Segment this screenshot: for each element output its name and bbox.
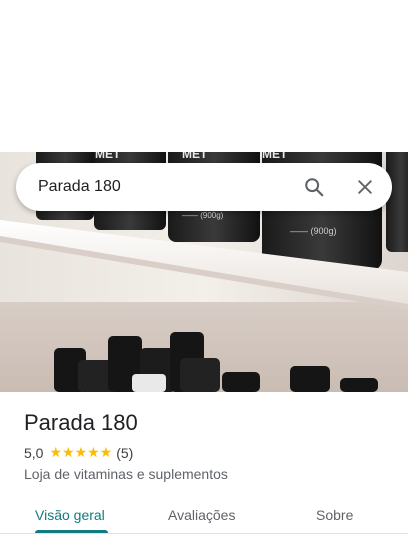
place-title: Parada 180 xyxy=(24,410,138,435)
tab-overview[interactable]: Visão geral xyxy=(35,507,105,523)
svg-text:—— (900g): —— (900g) xyxy=(182,211,224,220)
clear-search-button[interactable] xyxy=(351,173,379,201)
place-tabs: Visão geral Avaliações Sobre xyxy=(0,494,408,544)
tab-reviews[interactable]: Avaliações xyxy=(168,507,235,523)
review-count[interactable]: (5) xyxy=(116,445,133,461)
search-bar[interactable] xyxy=(16,163,392,211)
search-button[interactable] xyxy=(300,173,328,201)
star-rating-icon: ★★★★★ xyxy=(49,445,113,461)
svg-text:—— (900g): —— (900g) xyxy=(290,226,337,236)
tabs-divider xyxy=(0,533,408,534)
svg-text:MET: MET xyxy=(182,152,208,161)
place-category[interactable]: Loja de vitaminas e suplementos xyxy=(24,466,228,482)
close-icon xyxy=(358,180,372,194)
search-input[interactable] xyxy=(38,175,288,199)
tab-about[interactable]: Sobre xyxy=(316,507,353,523)
svg-text:MET: MET xyxy=(262,152,288,161)
map-blank-area xyxy=(0,0,408,152)
search-icon xyxy=(305,178,324,197)
rating-value: 5,0 xyxy=(24,445,44,461)
svg-text:MET: MET xyxy=(95,152,121,161)
rating-row[interactable]: 5,0 ★★★★★ (5) xyxy=(24,445,133,461)
